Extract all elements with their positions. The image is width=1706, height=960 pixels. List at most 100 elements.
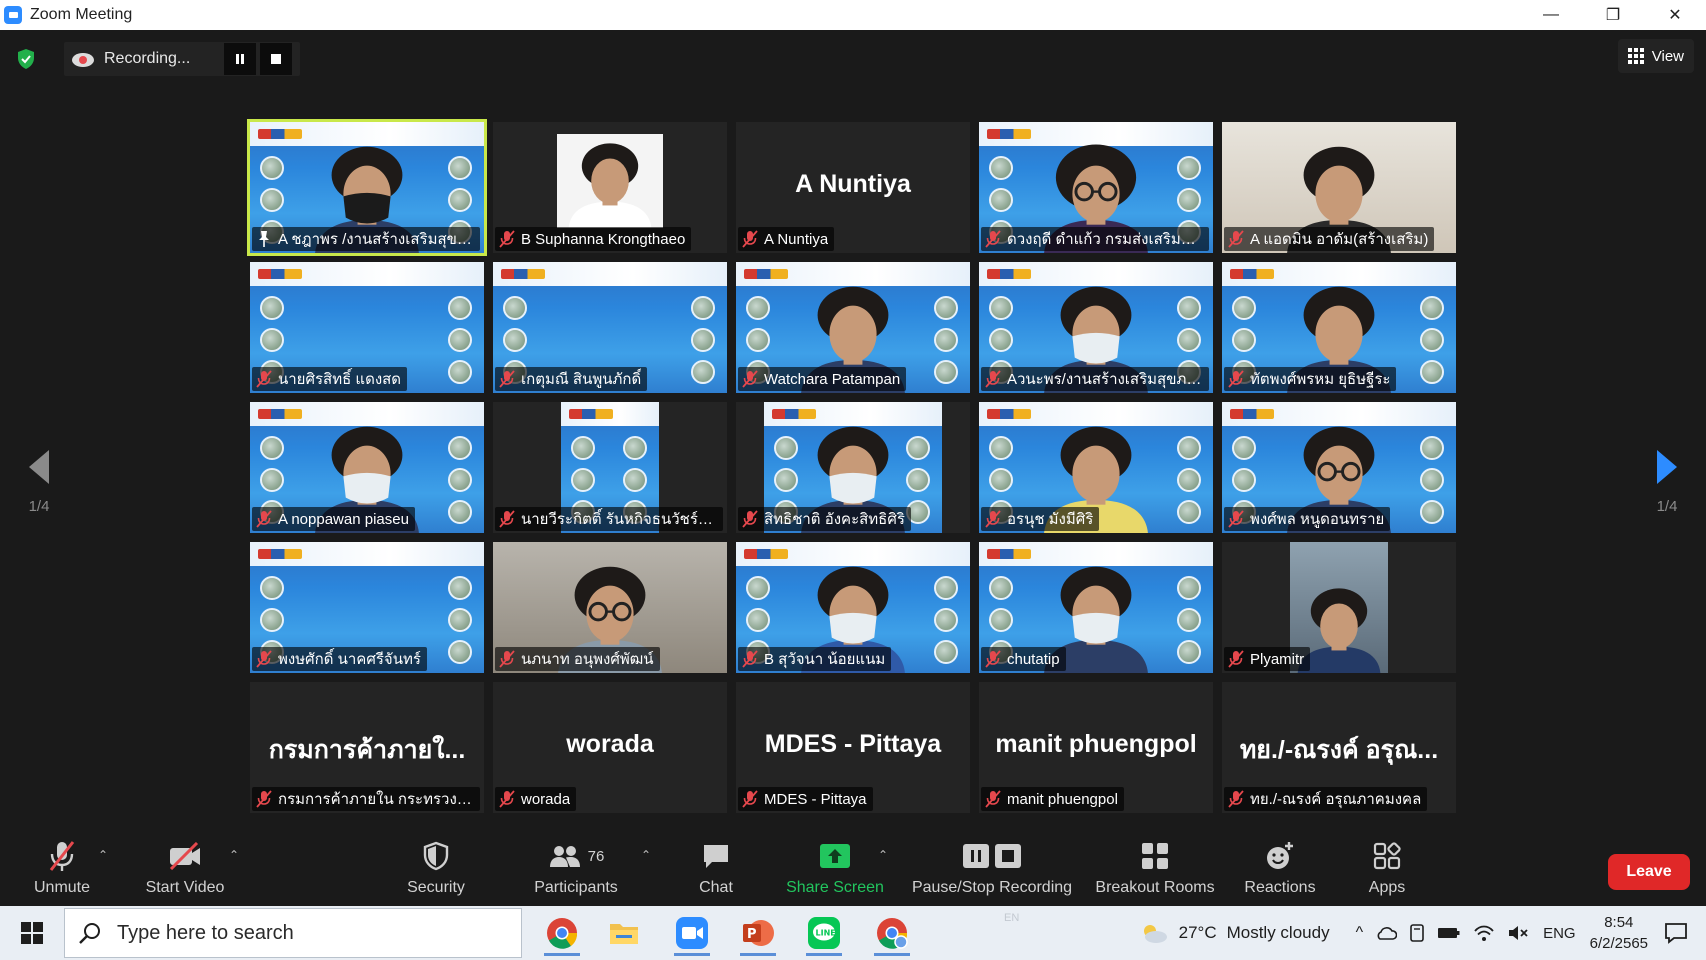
participants-options-caret[interactable]: ⌃ xyxy=(641,848,651,862)
leave-button[interactable]: Leave xyxy=(1608,854,1690,890)
participant-tile[interactable]: นายศิรสิทธิ์ แดงสด xyxy=(250,262,484,393)
participant-name-tag: B Suphanna Krongthaeo xyxy=(495,227,692,251)
minimize-button[interactable]: — xyxy=(1520,0,1582,30)
start-button[interactable] xyxy=(0,906,64,960)
page-indicator-right: 1/4 xyxy=(1656,498,1678,515)
participant-tile[interactable]: Plyamitr xyxy=(1222,542,1456,673)
participant-tile[interactable]: สิทธิชาติ อังคะสิทธิศิริ xyxy=(736,402,970,533)
onedrive-icon[interactable] xyxy=(1375,925,1398,941)
muted-mic-icon xyxy=(742,510,758,528)
reactions-button[interactable]: Reactions xyxy=(1240,836,1320,906)
participant-tile[interactable]: พงษศักดิ์ นาคศรีจันทร์ xyxy=(250,542,484,673)
participant-tile[interactable]: ทัตพงศ์พรหม ยุธิษฐีระ xyxy=(1222,262,1456,393)
file-explorer-app[interactable] xyxy=(596,909,652,957)
volume-muted-icon[interactable] xyxy=(1507,924,1529,942)
participant-tile[interactable]: B สุวัจนา น้อยแนม xyxy=(736,542,970,673)
share-screen-button[interactable]: Share Screen xyxy=(782,836,888,906)
apps-button[interactable]: Apps xyxy=(1362,836,1412,906)
participant-name: ดวงฤดี ดำแก้ว กรมส่งเสริมกา... xyxy=(1007,231,1203,248)
participant-tile[interactable]: A Nuntiya A Nuntiya xyxy=(736,122,970,253)
participant-name: นภนาท อนุพงศ์พัฒน์ xyxy=(521,651,654,668)
clock[interactable]: 8:54 6/2/2565 xyxy=(1590,912,1648,954)
participant-tile[interactable]: ดวงฤดี ดำแก้ว กรมส่งเสริมกา... xyxy=(979,122,1213,253)
participant-name: Watchara Patampan xyxy=(764,370,901,388)
powerpoint-app[interactable]: P xyxy=(730,909,786,957)
participant-tile[interactable]: Aวนะพร/งานสร้างเสริมสุขภาพ xyxy=(979,262,1213,393)
participant-tile[interactable]: B Suphanna Krongthaeo xyxy=(493,122,727,253)
windows-logo-icon xyxy=(21,922,43,944)
participant-name-tag: chutatip xyxy=(981,647,1066,671)
participant-name: Plyamitr xyxy=(1250,650,1305,668)
chat-button[interactable]: Chat xyxy=(688,836,744,906)
participant-name: ทัตพงศ์พรหม ยุธิษฐีระ xyxy=(1250,371,1391,388)
device-icon[interactable] xyxy=(1409,923,1425,943)
video-options-caret[interactable]: ⌃ xyxy=(229,848,239,862)
participant-tile[interactable]: กรมการค้าภายใ... กรมการค้าภายใน กระทรวงพา… xyxy=(250,682,484,813)
participant-tile[interactable]: A แอดมิน อาดัม(สร้างเสริม) xyxy=(1222,122,1456,253)
participant-name-tag: นายวีระกิตติ์ รันหกิจธนวัชร์ ผู้... xyxy=(495,507,723,531)
participant-tile[interactable]: manit phuengpol manit phuengpol xyxy=(979,682,1213,813)
window-title: Zoom Meeting xyxy=(30,6,133,23)
muted-mic-icon xyxy=(985,370,1001,388)
recording-indicator: Recording... xyxy=(64,42,301,76)
participant-tile[interactable]: นภนาท อนุพงศ์พัฒน์ xyxy=(493,542,727,673)
participant-name-tag: A แอดมิน อาดัม(สร้างเสริม) xyxy=(1224,227,1435,251)
participant-display-name: กรมการค้าภายใ... xyxy=(268,736,466,764)
unmute-button[interactable]: Unmute xyxy=(22,836,102,906)
breakout-rooms-label: Breakout Rooms xyxy=(1095,879,1215,896)
profile-photo xyxy=(557,134,663,228)
participant-name: A ชฎาพร /งานสร้างเสริมสุขภ... xyxy=(278,231,474,248)
participant-tile[interactable]: ทย./-ณรงค์ อรุณ... ทย./-ณรงค์ อรุณภาคมงคล xyxy=(1222,682,1456,813)
wifi-icon[interactable] xyxy=(1473,924,1495,942)
participant-tile[interactable]: เกตุมณี สินพูนภักดิ์ xyxy=(493,262,727,393)
next-page-button[interactable]: 1/4 xyxy=(1642,448,1692,515)
chrome-app[interactable] xyxy=(534,909,590,957)
security-label: Security xyxy=(407,879,465,896)
folder-icon xyxy=(610,924,638,944)
participant-tile[interactable]: Watchara Patampan xyxy=(736,262,970,393)
participants-icon: 76 xyxy=(548,836,604,876)
show-hidden-icons[interactable]: ^ xyxy=(1356,924,1364,942)
audio-options-caret[interactable]: ⌃ xyxy=(98,848,108,862)
breakout-rooms-button[interactable]: Breakout Rooms xyxy=(1092,836,1218,906)
previous-page-button[interactable]: 1/4 xyxy=(14,448,64,515)
participant-display-name: MDES - Pittaya xyxy=(764,730,942,758)
participant-tile[interactable]: MDES - Pittaya MDES - Pittaya xyxy=(736,682,970,813)
line-app[interactable]: LINE xyxy=(796,909,852,957)
meeting-top-info: Recording... xyxy=(14,42,301,76)
pause-recording-button[interactable] xyxy=(224,43,257,75)
meeting-controls: Unmute ⌃ Start Video ⌃ Security 76 Parti… xyxy=(0,836,1706,906)
participant-tile[interactable]: A ชฎาพร /งานสร้างเสริมสุขภ... xyxy=(247,119,487,256)
restore-button[interactable]: ❐ xyxy=(1582,0,1644,30)
participant-tile[interactable]: chutatip xyxy=(979,542,1213,673)
encryption-shield-icon[interactable] xyxy=(14,47,38,71)
muted-mic-icon xyxy=(1228,650,1244,668)
share-screen-icon xyxy=(819,836,851,876)
participant-tile[interactable]: พงศ์พล หนูดอนทราย xyxy=(1222,402,1456,533)
recording-label: Recording... xyxy=(104,50,191,67)
notifications-icon[interactable] xyxy=(1664,922,1688,944)
participant-tile[interactable]: A noppawan piaseu xyxy=(250,402,484,533)
participant-name: นายศิรสิทธิ์ แดงสด xyxy=(278,371,402,388)
muted-mic-icon xyxy=(985,650,1001,668)
chrome-profile-app[interactable] xyxy=(864,909,920,957)
zoom-taskbar-app[interactable] xyxy=(664,909,720,957)
participant-tile[interactable]: worada worada xyxy=(493,682,727,813)
arrow-left-icon xyxy=(29,450,49,484)
line-icon: LINE xyxy=(808,917,840,949)
participant-tile[interactable]: นายวีระกิตติ์ รันหกิจธนวัชร์ ผู้... xyxy=(493,402,727,533)
share-options-caret[interactable]: ⌃ xyxy=(878,848,888,862)
view-button[interactable]: View xyxy=(1617,39,1694,73)
security-button[interactable]: Security xyxy=(398,836,474,906)
stop-recording-button[interactable] xyxy=(260,43,293,75)
search-icon xyxy=(79,923,100,944)
close-button[interactable]: ✕ xyxy=(1644,0,1706,30)
pause-stop-recording-button[interactable]: Pause/Stop Recording xyxy=(908,836,1076,906)
start-video-button[interactable]: Start Video xyxy=(134,836,236,906)
taskbar-search[interactable]: Type here to search xyxy=(64,908,522,958)
participant-tile[interactable]: อรนุช มังมีศิริ xyxy=(979,402,1213,533)
battery-icon[interactable] xyxy=(1437,926,1461,940)
unmute-label: Unmute xyxy=(33,879,91,896)
participants-button[interactable]: 76 Participants xyxy=(528,836,624,906)
language-indicator[interactable]: ENG xyxy=(1543,925,1576,942)
